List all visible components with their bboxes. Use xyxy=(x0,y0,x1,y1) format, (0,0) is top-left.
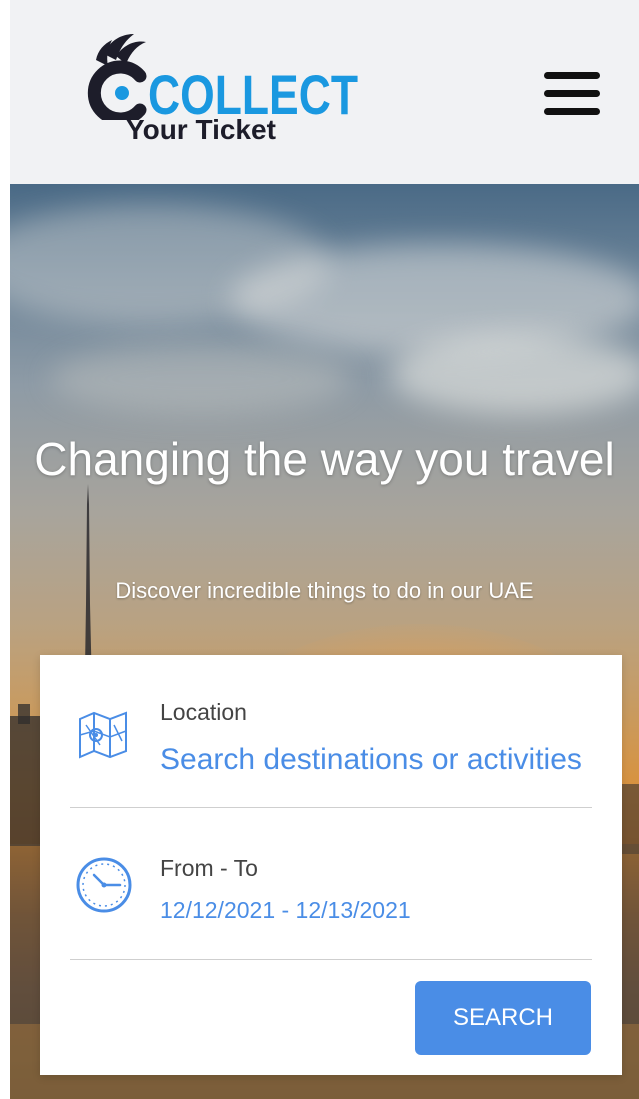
date-range-field[interactable]: From - To 12/12/2021 - 12/13/2021 xyxy=(70,851,592,931)
search-card: Location Search destinations or activiti… xyxy=(40,655,622,1075)
hero-subtitle: Discover incredible things to do in our … xyxy=(115,578,534,603)
date-range-value[interactable]: 12/12/2021 - 12/13/2021 xyxy=(160,897,520,924)
clock-icon xyxy=(76,857,132,913)
divider xyxy=(70,959,592,960)
site-header: COLLECT Your Ticket xyxy=(10,0,639,184)
hamburger-menu-button[interactable] xyxy=(540,70,602,118)
map-icon xyxy=(79,711,127,759)
logo-text: COLLECT xyxy=(148,63,358,120)
location-input[interactable]: Search destinations or activities xyxy=(160,743,592,777)
site-logo[interactable]: COLLECT Your Ticket xyxy=(82,30,362,154)
search-button[interactable]: SEARCH xyxy=(415,981,591,1055)
logo-tagline: Your Ticket xyxy=(126,114,276,145)
menu-icon-bar xyxy=(544,90,600,97)
location-label: Location xyxy=(160,699,247,725)
divider xyxy=(70,807,592,808)
menu-icon-bar xyxy=(544,108,600,115)
hero-title: Changing the way you travel xyxy=(34,433,615,485)
date-range-label: From - To xyxy=(160,855,258,881)
page: COLLECT Your Ticket Changing the way you… xyxy=(10,0,639,1099)
location-field[interactable]: Location Search destinations or activiti… xyxy=(70,697,592,787)
menu-icon-bar xyxy=(544,72,600,79)
logo-mark: COLLECT xyxy=(87,34,358,120)
